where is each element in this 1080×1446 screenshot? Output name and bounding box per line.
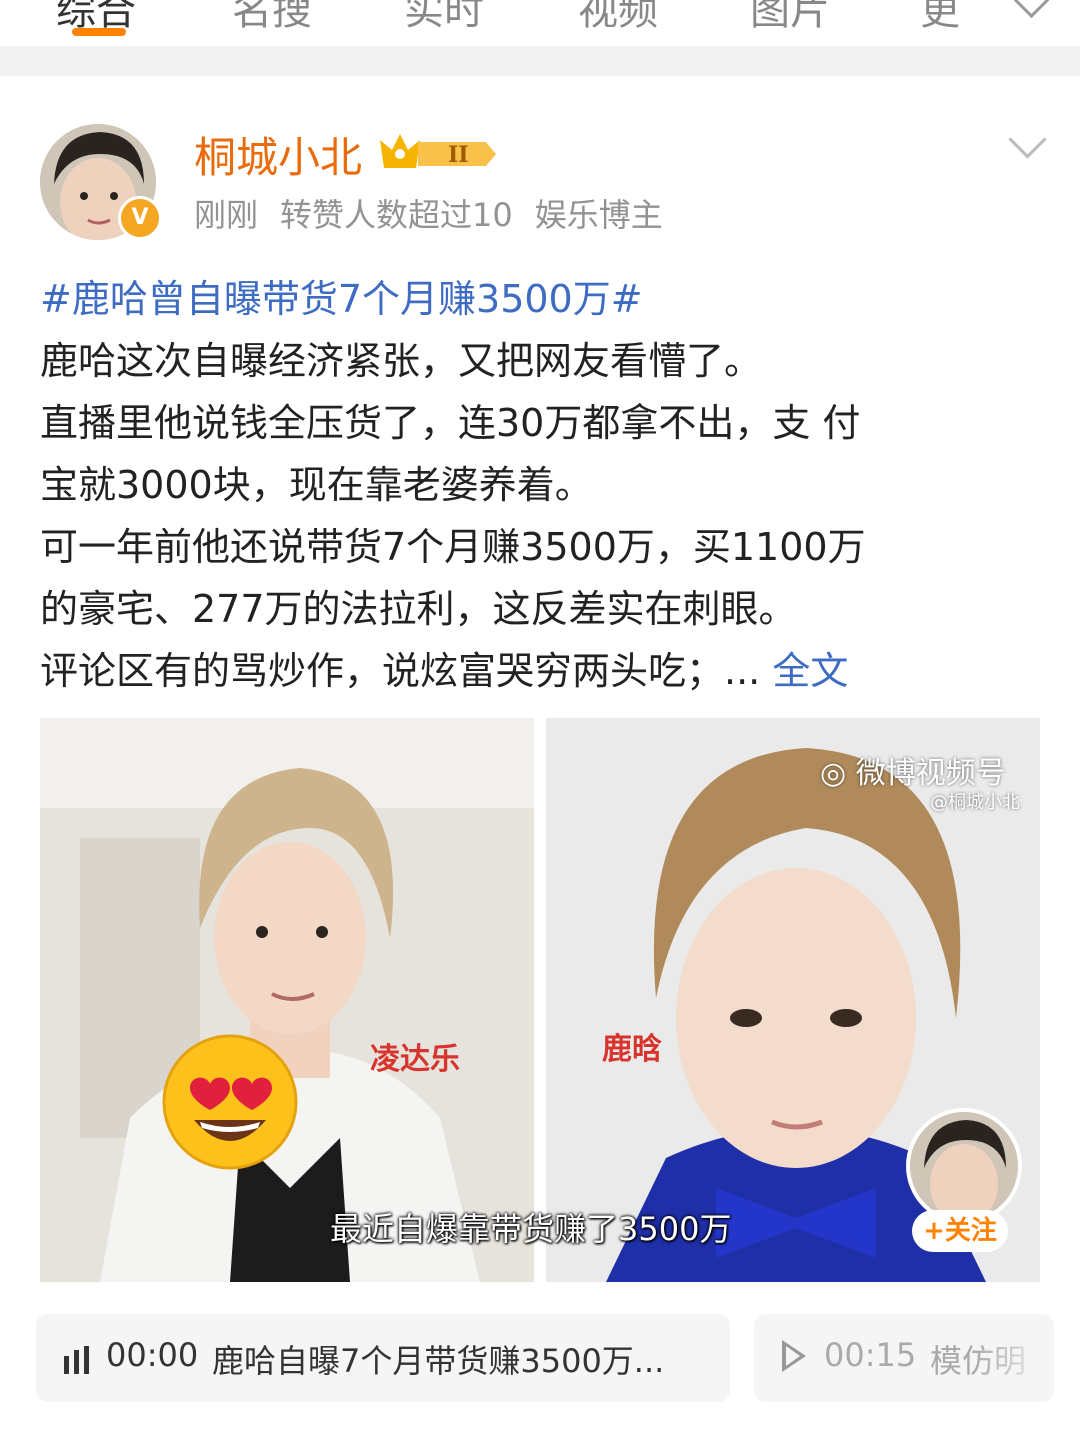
tab-bar: 综合 名搜 实时 视频 图片 更 (0, 0, 1080, 46)
audio-time: 00:15 (824, 1336, 917, 1374)
tab-more[interactable]: 更 (920, 0, 960, 36)
hashtag-link[interactable]: #鹿哈曾自曝带货7个月赚3500万# (40, 268, 1050, 330)
body-line: 宝就3000块，现在靠老婆养着。 (40, 463, 593, 507)
level-badge-text: II (448, 142, 469, 168)
video-caption: 最近自爆靠带货赚了3500万 (330, 1210, 732, 1248)
body-line: 的豪宅、277万的法拉利，这反差实在刺眼。 (40, 587, 797, 631)
weibo-logo-icon: ◎ (820, 756, 856, 791)
left-photo: 凌达乐 (40, 718, 534, 1282)
heart-eyes-emoji-icon (162, 1034, 298, 1170)
tab-search[interactable]: 名搜 (232, 0, 312, 36)
body-line: 可一年前他还说带货7个月赚3500万，买1100万 (40, 525, 866, 569)
audio-title: 鹿哈自曝7个月带货赚3500万... (212, 1342, 665, 1380)
body-line: 直播里他说钱全压货了，连30万都拿不出，支 付 (40, 401, 861, 445)
author-tag: 娱乐博主 (534, 196, 663, 234)
follow-button[interactable]: +关注 (912, 1210, 1008, 1252)
active-tab-indicator (72, 28, 126, 36)
post-time: 刚刚 (194, 196, 259, 234)
name-label-right: 鹿晗 (602, 1032, 662, 1067)
name-label-left: 凌达乐 (370, 1042, 460, 1077)
crown-level-icon: II (380, 134, 496, 168)
watermark-handle: @桐城小北 (930, 792, 1020, 813)
audio-track-1[interactable]: 00:00 鹿哈自曝7个月带货赚3500万... (36, 1314, 730, 1402)
body-line: 评论区有的骂炒作，说炫富哭穷两头吃；... (40, 649, 761, 693)
overlay-author-avatar[interactable] (906, 1108, 1022, 1224)
post-body: #鹿哈曾自曝带货7个月赚3500万# 鹿哈这次自曝经济紧张，又把网友看懵了。 直… (40, 268, 1050, 702)
post-menu-chevron-icon[interactable] (1008, 120, 1047, 159)
body-line: 鹿哈这次自曝经济紧张，又把网友看懵了。 (40, 339, 763, 383)
tab-pictures[interactable]: 图片 (750, 0, 830, 36)
weibo-watermark: ◎ 微博视频号 (820, 756, 1006, 791)
post-meta: 刚刚 转赞人数超过10 娱乐博主 (194, 190, 685, 236)
audio-track-2[interactable]: 00:15 模仿明 (754, 1314, 1054, 1402)
audio-wave-icon (64, 1346, 89, 1374)
post-video-thumbnail[interactable]: 凌达乐 鹿晗 最近自爆靠带货赚了3500万 ◎ 微博视频号 @桐城小北 +关注 (40, 718, 1040, 1282)
author-name[interactable]: 桐城小北 (194, 124, 362, 185)
audio-time: 00:00 (106, 1336, 199, 1374)
tab-video[interactable]: 视频 (578, 0, 658, 36)
verified-badge-icon: V (118, 196, 162, 240)
tab-realtime[interactable]: 实时 (404, 0, 484, 36)
full-text-link[interactable]: 全文 (772, 649, 848, 693)
section-divider (0, 46, 1080, 76)
chevron-down-icon[interactable] (1013, 0, 1050, 19)
repost-count: 转赞人数超过10 (280, 196, 513, 234)
